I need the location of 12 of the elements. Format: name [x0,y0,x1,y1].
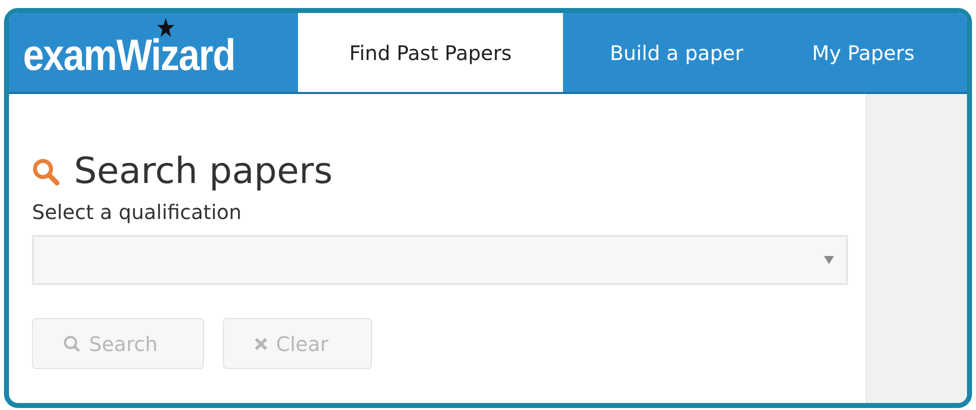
search-icon [32,158,60,186]
dropdown-caret-icon [824,256,834,264]
search-icon [63,334,81,353]
nav-tab[interactable]: Build a paper [563,13,790,92]
page-heading: Search papers [74,150,333,194]
close-icon [254,336,268,351]
nav-tab[interactable]: My Papers [790,13,937,92]
nav-tab[interactable]: Find Past Papers [298,13,563,92]
logo: examWizard [23,28,235,78]
star-icon [157,18,174,38]
field-label: Select a qualification [32,199,243,226]
qualification-select[interactable] [32,235,848,286]
